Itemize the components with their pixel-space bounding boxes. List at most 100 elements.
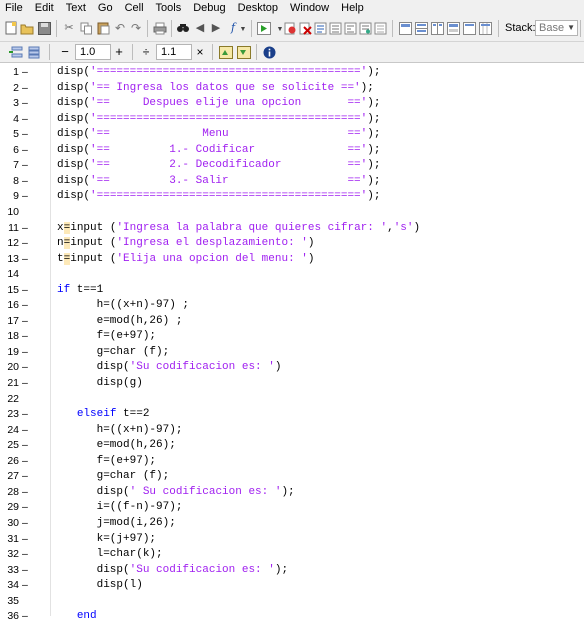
line-marker[interactable]: –	[22, 423, 28, 439]
line-marker[interactable]: –	[22, 329, 28, 345]
code-text[interactable]: disp('==================================…	[57, 189, 380, 205]
back-arrow-icon[interactable]: ◀	[193, 21, 207, 35]
code-line[interactable]: 7– disp('== 2.- Decodificador ==');	[0, 158, 584, 174]
code-line[interactable]: 12– n=input ('Ingresa el desplazamiento: …	[0, 236, 584, 252]
layout-grid-icon[interactable]	[478, 21, 492, 35]
line-marker[interactable]: –	[22, 469, 28, 485]
insert-cell-divider-icon[interactable]	[9, 45, 23, 59]
save-icon[interactable]	[37, 21, 51, 35]
line-marker[interactable]: –	[22, 376, 28, 392]
line-marker[interactable]: –	[22, 96, 28, 112]
code-line[interactable]: 25– e=mod(h,26);	[0, 438, 584, 454]
code-text[interactable]: k=(j+97);	[57, 532, 156, 548]
forward-arrow-icon[interactable]: ▶	[209, 21, 223, 35]
decrement-button[interactable]: −	[58, 45, 72, 59]
find-icon[interactable]	[176, 21, 190, 35]
undo-icon[interactable]: ↶	[113, 21, 127, 35]
code-text[interactable]: disp('== 2.- Decodificador ==');	[57, 158, 380, 174]
code-text[interactable]: t=input ('Elija una opcion del menu: ')	[57, 252, 314, 268]
code-line[interactable]: 33– disp('Su codificacion es: ');	[0, 563, 584, 579]
code-line[interactable]: 36– end	[0, 609, 584, 625]
code-text[interactable]: disp('Su codificacion es: ');	[57, 563, 288, 579]
code-editor[interactable]: 1– disp('================================…	[0, 63, 584, 622]
layout-tile-icon[interactable]	[398, 21, 412, 35]
menu-go[interactable]: Go	[92, 0, 119, 17]
code-text[interactable]: x=input ('Ingresa la palabra que quieres…	[57, 221, 420, 237]
code-text[interactable]: f=(e+97);	[57, 329, 156, 345]
layout-float-icon[interactable]	[446, 21, 460, 35]
set-breakpoint-icon[interactable]	[283, 21, 297, 35]
code-line[interactable]: 2– disp('== Ingresa los datos que se soli…	[0, 81, 584, 97]
code-line[interactable]: 26– f=(e+97);	[0, 454, 584, 470]
code-text[interactable]: f=(e+97);	[57, 454, 156, 470]
code-line[interactable]: 17– e=mod(h,26) ;	[0, 314, 584, 330]
divide-value-field[interactable]: 1.1	[156, 44, 192, 60]
divide-button[interactable]: ÷	[139, 45, 153, 59]
code-text[interactable]: h=((x+n)-97);	[57, 423, 183, 439]
cell-icon-a[interactable]	[219, 45, 233, 59]
code-text[interactable]: elseif t==2	[57, 407, 150, 423]
print-icon[interactable]	[153, 21, 167, 35]
code-line[interactable]: 35	[0, 594, 584, 610]
cut-icon[interactable]: ✂	[62, 21, 76, 35]
code-text[interactable]: g=char (f);	[57, 469, 170, 485]
code-line[interactable]: 15– if t==1	[0, 283, 584, 299]
line-marker[interactable]: –	[22, 189, 28, 205]
stack-select[interactable]: Base ▼	[535, 20, 578, 36]
code-text[interactable]: g=char (f);	[57, 345, 170, 361]
code-line[interactable]: 20– disp('Su codificacion es: ')	[0, 360, 584, 376]
code-line[interactable]: 23– elseif t==2	[0, 407, 584, 423]
line-marker[interactable]: –	[22, 298, 28, 314]
line-marker[interactable]: –	[22, 158, 28, 174]
continue-icon[interactable]	[358, 21, 372, 35]
line-marker[interactable]: –	[22, 127, 28, 143]
menu-window[interactable]: Window	[284, 0, 335, 17]
code-line[interactable]: 5– disp('== Menu ==');	[0, 127, 584, 143]
code-text[interactable]: i=((f-n)-97);	[57, 500, 183, 516]
line-marker[interactable]: –	[22, 500, 28, 516]
layout-undock-icon[interactable]	[462, 21, 476, 35]
step-icon[interactable]	[313, 21, 327, 35]
code-text[interactable]: disp('== 1.- Codificar ==');	[57, 143, 380, 159]
code-line[interactable]: 10	[0, 205, 584, 221]
menu-debug[interactable]: Debug	[187, 0, 231, 17]
new-file-icon[interactable]	[4, 21, 18, 35]
cell-icon-b[interactable]	[237, 45, 251, 59]
line-marker[interactable]: –	[22, 485, 28, 501]
paste-icon[interactable]	[96, 21, 110, 35]
code-text[interactable]: disp('== 3.- Salir ==');	[57, 174, 380, 190]
open-file-icon[interactable]	[20, 21, 34, 35]
line-marker[interactable]: –	[22, 454, 28, 470]
code-line[interactable]: 21– disp(g)	[0, 376, 584, 392]
code-text[interactable]: disp('Su codificacion es: ')	[57, 360, 282, 376]
code-line[interactable]: 3– disp('== Despues elije una opcion ==')…	[0, 96, 584, 112]
code-line[interactable]: 28– disp(' Su codificacion es: ');	[0, 485, 584, 501]
code-line[interactable]: 24– h=((x+n)-97);	[0, 423, 584, 439]
line-marker[interactable]: –	[22, 609, 28, 625]
menu-edit[interactable]: Edit	[29, 0, 60, 17]
code-line[interactable]: 18– f=(e+97);	[0, 329, 584, 345]
code-line[interactable]: 16– h=((x+n)-97) ;	[0, 298, 584, 314]
code-text[interactable]: disp(g)	[57, 376, 143, 392]
code-line[interactable]: 31– k=(j+97);	[0, 532, 584, 548]
redo-icon[interactable]: ↷	[129, 21, 143, 35]
line-marker[interactable]: –	[22, 252, 28, 268]
line-marker[interactable]: –	[22, 314, 28, 330]
code-text[interactable]: end	[57, 609, 97, 625]
line-marker[interactable]: –	[22, 360, 28, 376]
line-marker[interactable]: –	[22, 578, 28, 594]
code-line[interactable]: 13– t=input ('Elija una opcion del menu: …	[0, 252, 584, 268]
menu-help[interactable]: Help	[335, 0, 370, 17]
code-text[interactable]: disp('== Menu ==');	[57, 127, 380, 143]
code-text[interactable]: e=mod(h,26);	[57, 438, 176, 454]
menu-desktop[interactable]: Desktop	[232, 0, 284, 17]
code-line[interactable]: 8– disp('== 3.- Salir ==');	[0, 174, 584, 190]
line-marker[interactable]: –	[22, 345, 28, 361]
code-text[interactable]: h=((x+n)-97) ;	[57, 298, 189, 314]
line-marker[interactable]: –	[22, 547, 28, 563]
line-marker[interactable]: –	[22, 236, 28, 252]
code-line[interactable]: 6– disp('== 1.- Codificar ==');	[0, 143, 584, 159]
menu-text[interactable]: Text	[60, 0, 92, 17]
code-line[interactable]: 1– disp('================================…	[0, 65, 584, 81]
clear-breakpoints-icon[interactable]	[298, 21, 312, 35]
